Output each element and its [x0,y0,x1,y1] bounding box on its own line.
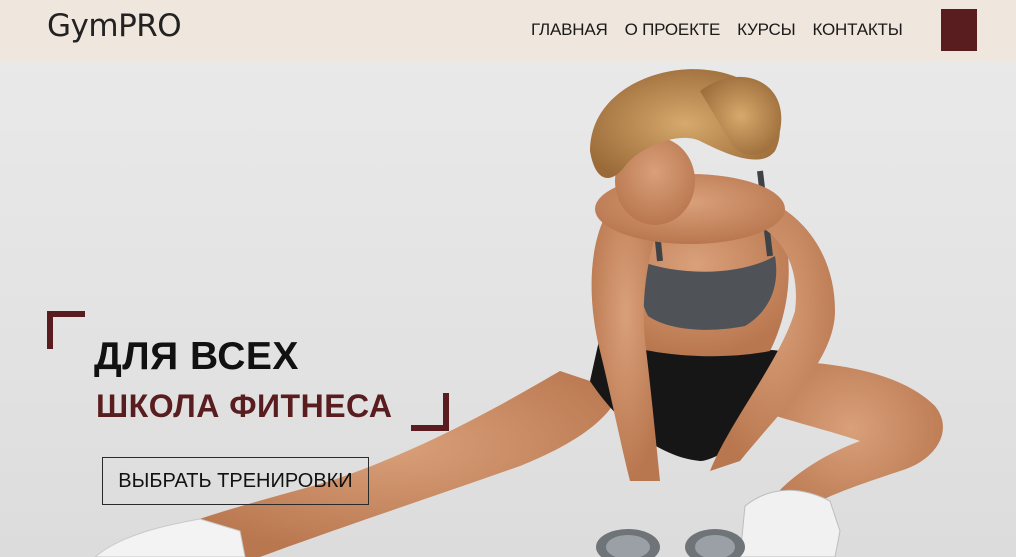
menu-square-icon[interactable] [941,9,977,51]
nav-item-contacts[interactable]: КОНТАКТЫ [812,20,902,40]
nav-item-home[interactable]: ГЛАВНАЯ [531,20,608,40]
hero-subtitle: ШКОЛА ФИТНЕСА [96,388,393,424]
nav-item-about[interactable]: О ПРОЕКТЕ [625,20,721,40]
frame-corner-top-left [47,311,85,349]
choose-trainings-button[interactable]: ВЫБРАТЬ ТРЕНИРОВКИ [102,457,369,505]
site-header: GymPRO ГЛАВНАЯ О ПРОЕКТЕ КУРСЫ КОНТАКТЫ [0,0,1016,61]
nav-item-courses[interactable]: КУРСЫ [737,20,796,40]
main-nav: ГЛАВНАЯ О ПРОЕКТЕ КУРСЫ КОНТАКТЫ [531,20,920,40]
frame-corner-bottom-right [411,393,449,431]
site-logo[interactable]: GymPRO [47,8,182,44]
hero-title: ДЛЯ ВСЕХ [94,335,299,378]
hero-section: ДЛЯ ВСЕХ ШКОЛА ФИТНЕСА ВЫБРАТЬ ТРЕНИРОВК… [0,61,1016,557]
